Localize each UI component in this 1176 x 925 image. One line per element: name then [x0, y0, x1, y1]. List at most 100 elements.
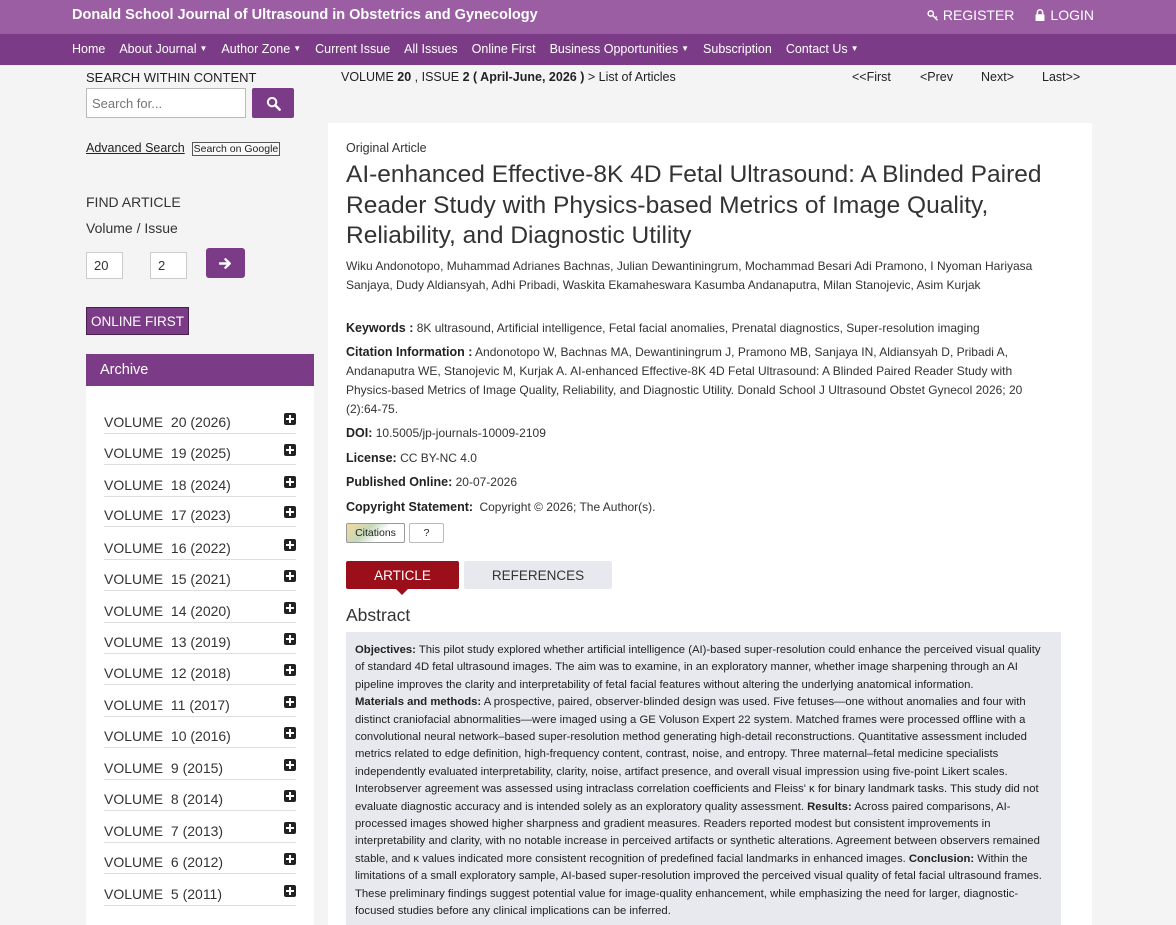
archive-item[interactable]: VOLUME 8 (2014): [104, 783, 296, 811]
nav-item-label: Home: [72, 42, 106, 56]
archive-item[interactable]: VOLUME 13 (2019): [104, 626, 296, 654]
citations-badge[interactable]: Citations ?: [346, 523, 444, 543]
search-input[interactable]: [86, 88, 246, 118]
plus-square-icon[interactable]: [284, 664, 296, 676]
arrow-right-icon: [219, 257, 231, 269]
tab-references[interactable]: REFERENCES: [464, 561, 612, 589]
plus-square-icon[interactable]: [284, 476, 296, 488]
nav-item-contact-us[interactable]: Contact Us ▼: [786, 42, 859, 56]
archive-item-label: VOLUME 17 (2023): [104, 507, 231, 523]
archive-item[interactable]: VOLUME 9 (2015): [104, 752, 296, 780]
archive-item[interactable]: VOLUME 14 (2020): [104, 595, 296, 623]
copyright-value: Copyright © 2026; The Author(s).: [479, 500, 656, 514]
results-label: Results:: [807, 800, 852, 813]
archive-item[interactable]: VOLUME 10 (2016): [104, 720, 296, 748]
methods-text: A prospective, paired, observer-blinded …: [355, 696, 1039, 813]
plus-square-icon[interactable]: [284, 853, 296, 865]
archive-item[interactable]: VOLUME 20 (2026): [104, 406, 296, 434]
issue-breadcrumb: VOLUME 20 , ISSUE 2 ( April-June, 2026 )…: [341, 70, 676, 84]
caret-down-icon: ▼: [199, 44, 208, 53]
volume-issue-label: Volume / Issue: [86, 220, 178, 236]
citation-info: Citation Information : Andonotopo W, Bac…: [346, 343, 1058, 419]
login-label: LOGIN: [1050, 7, 1094, 23]
nav-item-label: Current Issue: [315, 42, 391, 56]
register-label: REGISTER: [942, 7, 1015, 23]
plus-square-icon[interactable]: [284, 727, 296, 739]
archive-item[interactable]: VOLUME 19 (2025): [104, 437, 296, 465]
plus-square-icon[interactable]: [284, 570, 296, 582]
volume-input[interactable]: 20: [86, 252, 123, 279]
advanced-search-link[interactable]: Advanced Search: [86, 141, 185, 155]
nav-item-label: All Issues: [404, 42, 458, 56]
nav-item-about-journal[interactable]: About Journal ▼: [119, 42, 207, 56]
license: License: CC BY-NC 4.0: [346, 449, 1058, 468]
go-button[interactable]: [206, 248, 245, 278]
google-search-button[interactable]: Search on Google: [191, 142, 281, 156]
archive-item[interactable]: VOLUME 7 (2013): [104, 815, 296, 843]
keywords: Keywords : 8K ultrasound, Artificial int…: [346, 319, 1058, 338]
archive-item[interactable]: VOLUME 17 (2023): [104, 499, 296, 527]
issue-number: 2: [462, 70, 470, 84]
search-icon: [266, 96, 281, 111]
nav-item-label: Subscription: [703, 42, 772, 56]
plus-square-icon[interactable]: [284, 506, 296, 518]
volume-number: 20: [397, 70, 412, 84]
tab-article[interactable]: ARTICLE: [346, 561, 459, 595]
license-value[interactable]: CC BY-NC 4.0: [400, 451, 477, 465]
volume-prefix: VOLUME: [341, 70, 398, 84]
archive-item[interactable]: VOLUME 6 (2012): [104, 846, 296, 874]
plus-square-icon[interactable]: [284, 696, 296, 708]
last-link[interactable]: Last>>: [1042, 70, 1080, 84]
list-of-articles-link[interactable]: > List of Articles: [584, 70, 676, 84]
article-card: Original Article AI-enhanced Effective-8…: [328, 123, 1092, 925]
nav-item-current-issue[interactable]: Current Issue: [315, 42, 390, 56]
archive-item[interactable]: VOLUME 11 (2017): [104, 689, 296, 717]
first-link[interactable]: <<First: [852, 70, 891, 84]
nav-item-business-opportunities[interactable]: Business Opportunities ▼: [550, 42, 689, 56]
search-links: Advanced Search Search on Google: [86, 140, 320, 158]
caret-down-icon: ▼: [850, 44, 859, 53]
online-first-button[interactable]: ONLINE FIRST: [86, 307, 189, 335]
nav-item-author-zone[interactable]: Author Zone ▼: [221, 42, 301, 56]
archive-item[interactable]: VOLUME 15 (2021): [104, 563, 296, 591]
next-link[interactable]: Next>: [981, 70, 1014, 84]
plus-square-icon[interactable]: [284, 759, 296, 771]
methods-label: Materials and methods:: [355, 696, 482, 709]
plus-square-icon[interactable]: [284, 822, 296, 834]
archive-item-label: VOLUME 13 (2019): [104, 634, 231, 650]
issue-input[interactable]: 2: [150, 252, 187, 279]
abstract-heading: Abstract: [346, 605, 411, 625]
plus-square-icon[interactable]: [284, 885, 296, 897]
archive-item[interactable]: VOLUME 16 (2022): [104, 532, 296, 560]
nav-item-label: Business Opportunities: [549, 42, 679, 56]
search-button[interactable]: [252, 88, 294, 118]
nav-item-all-issues[interactable]: All Issues: [404, 42, 458, 56]
archive-item[interactable]: VOLUME 18 (2024): [104, 469, 296, 497]
archive-item-label: VOLUME 20 (2026): [104, 414, 231, 430]
archive-item-label: VOLUME 10 (2016): [104, 728, 231, 744]
caret-down-icon: ▼: [681, 44, 690, 53]
archive-item[interactable]: VOLUME 5 (2011): [104, 878, 296, 906]
journal-title[interactable]: Donald School Journal of Ultrasound in O…: [72, 7, 538, 23]
plus-square-icon[interactable]: [284, 633, 296, 645]
copyright-label: Copyright Statement:: [346, 500, 474, 514]
nav-item-home[interactable]: Home: [72, 42, 105, 56]
prev-link[interactable]: <Prev: [920, 70, 953, 84]
doi-value[interactable]: 10.5005/jp-journals-10009-2109: [376, 426, 546, 440]
nav-item-subscription[interactable]: Subscription: [703, 42, 772, 56]
plus-square-icon[interactable]: [284, 790, 296, 802]
plus-square-icon[interactable]: [284, 539, 296, 551]
plus-square-icon[interactable]: [284, 444, 296, 456]
archive-item-label: VOLUME 15 (2021): [104, 571, 231, 587]
caret-down-icon: ▼: [293, 44, 302, 53]
login-link[interactable]: LOGIN: [1034, 7, 1094, 23]
plus-square-icon[interactable]: [284, 413, 296, 425]
published-label: Published Online:: [346, 475, 453, 489]
article-title: AI-enhanced Effective-8K 4D Fetal Ultras…: [346, 161, 1042, 249]
plus-square-icon[interactable]: [284, 602, 296, 614]
doi-label: DOI:: [346, 426, 373, 440]
license-label: License:: [346, 451, 397, 465]
register-link[interactable]: REGISTER: [927, 7, 1015, 23]
archive-item[interactable]: VOLUME 12 (2018): [104, 657, 296, 685]
nav-item-online-first[interactable]: Online First: [472, 42, 536, 56]
